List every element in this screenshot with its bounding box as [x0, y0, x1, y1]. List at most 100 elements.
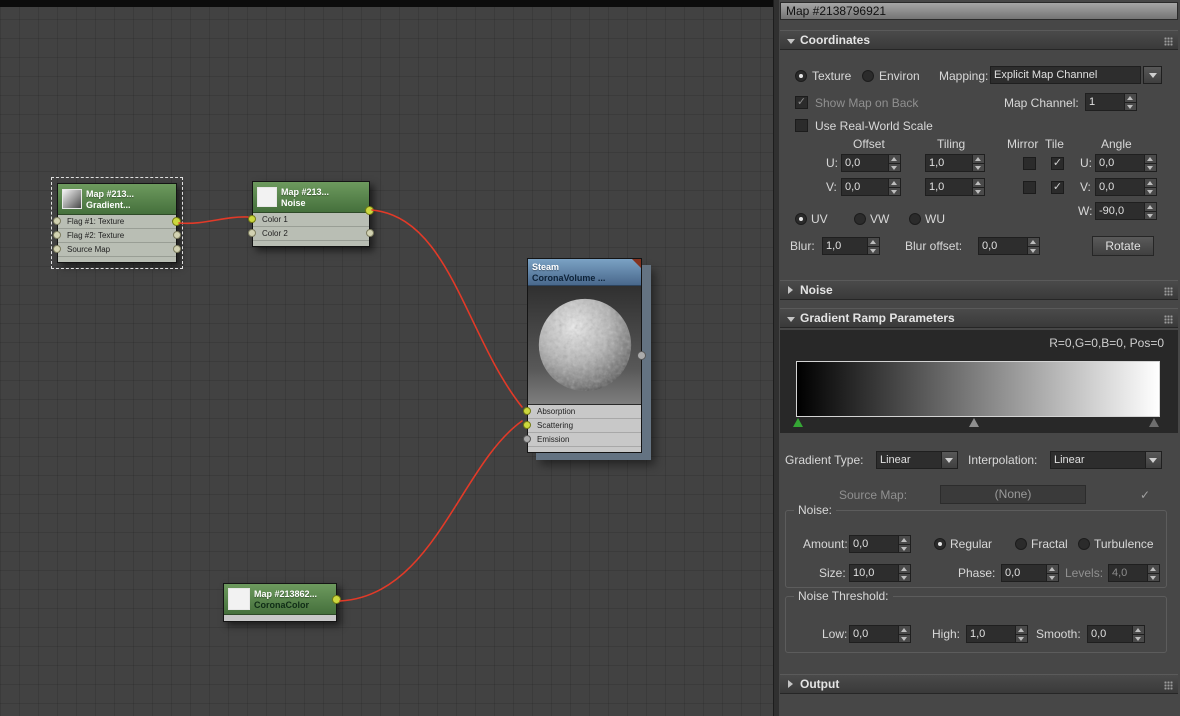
mapping-dropdown-arrow-icon[interactable] — [1143, 66, 1162, 84]
turbulence-radio[interactable] — [1078, 538, 1090, 550]
spinner-up-icon[interactable] — [1145, 203, 1156, 211]
rollout-gradient-ramp[interactable]: Gradient Ramp Parameters — [780, 308, 1178, 328]
fractal-radio[interactable] — [1015, 538, 1027, 550]
output-socket[interactable] — [173, 231, 181, 239]
dropdown-arrow-icon[interactable] — [941, 452, 957, 468]
texture-radio-label[interactable]: Texture — [812, 69, 851, 83]
output-socket[interactable] — [365, 206, 374, 215]
v-angle-spinner[interactable]: 0,0 — [1095, 178, 1157, 196]
spinner-down-icon[interactable] — [1028, 245, 1039, 254]
uv-radio[interactable] — [795, 213, 807, 225]
input-socket[interactable] — [53, 231, 61, 239]
output-socket[interactable] — [332, 595, 341, 604]
spinner-down-icon[interactable] — [973, 162, 984, 171]
vw-radio-label[interactable]: VW — [870, 212, 889, 226]
output-socket[interactable] — [173, 245, 181, 253]
node-volume-header[interactable]: Steam CoronaVolume ... — [528, 259, 641, 286]
dropdown-arrow-icon[interactable] — [1145, 452, 1161, 468]
spinner-up-icon[interactable] — [899, 626, 910, 634]
output-socket[interactable] — [637, 351, 646, 360]
slot-flag1[interactable]: Flag #1: Texture — [53, 215, 176, 229]
v-mirror-checkbox[interactable] — [1023, 181, 1036, 194]
spinner-up-icon[interactable] — [1133, 626, 1144, 634]
map-channel-spinner[interactable]: 1 — [1085, 93, 1137, 111]
texture-radio[interactable] — [795, 70, 807, 82]
spinner-down-icon[interactable] — [1047, 572, 1058, 581]
mapping-dropdown[interactable]: Explicit Map Channel — [990, 66, 1141, 84]
regular-radio[interactable] — [934, 538, 946, 550]
spinner-up-icon[interactable] — [899, 565, 910, 573]
node-graph-canvas[interactable]: Map #213... Gradient... Flag #1: Texture… — [0, 0, 773, 716]
u-mirror-checkbox[interactable] — [1023, 157, 1036, 170]
spinner-down-icon[interactable] — [1133, 633, 1144, 642]
slot-emission[interactable]: Emission — [523, 433, 641, 447]
rollout-coordinates[interactable]: Coordinates — [780, 30, 1178, 50]
input-socket[interactable] — [248, 229, 256, 237]
show-map-on-back-checkbox[interactable] — [795, 96, 808, 109]
spinner-down-icon[interactable] — [889, 186, 900, 195]
wu-radio-label[interactable]: WU — [925, 212, 945, 226]
instance-check-icon[interactable]: ✓ — [1140, 489, 1150, 501]
spinner-up-icon[interactable] — [1148, 565, 1159, 573]
fractal-radio-label[interactable]: Fractal — [1031, 537, 1068, 551]
blur-offset-spinner[interactable]: 0,0 — [978, 237, 1040, 255]
node-corona-color[interactable]: Map #213862... CoronaColor — [223, 583, 341, 622]
spinner-up-icon[interactable] — [899, 536, 910, 544]
spinner-down-icon[interactable] — [1145, 162, 1156, 171]
levels-spinner[interactable]: 4,0 — [1108, 564, 1160, 582]
input-socket[interactable] — [523, 421, 531, 429]
high-spinner[interactable]: 1,0 — [966, 625, 1028, 643]
input-socket[interactable] — [523, 407, 531, 415]
input-socket[interactable] — [53, 245, 61, 253]
slot-flag2[interactable]: Flag #2: Texture — [53, 229, 181, 243]
show-map-on-back-label[interactable]: Show Map on Back — [815, 96, 918, 110]
spinner-down-icon[interactable] — [973, 186, 984, 195]
spinner-down-icon[interactable] — [899, 543, 910, 552]
vw-radio[interactable] — [854, 213, 866, 225]
node-gradient[interactable]: Map #213... Gradient... Flag #1: Texture… — [51, 177, 183, 269]
uv-radio-label[interactable]: UV — [811, 212, 828, 226]
u-tile-checkbox[interactable] — [1051, 157, 1064, 170]
spinner-down-icon[interactable] — [889, 162, 900, 171]
spinner-down-icon[interactable] — [1016, 633, 1027, 642]
low-spinner[interactable]: 0,0 — [849, 625, 911, 643]
phase-spinner[interactable]: 0,0 — [1001, 564, 1059, 582]
interpolation-dropdown[interactable]: Linear — [1050, 451, 1162, 469]
size-spinner[interactable]: 10,0 — [849, 564, 911, 582]
w-angle-spinner[interactable]: -90,0 — [1095, 202, 1157, 220]
rollout-noise[interactable]: Noise — [780, 280, 1178, 300]
slot-scattering[interactable]: Scattering — [523, 419, 641, 433]
slot-source-map[interactable]: Source Map — [53, 243, 181, 257]
spinner-down-icon[interactable] — [1148, 572, 1159, 581]
environ-radio-label[interactable]: Environ — [879, 69, 920, 83]
slot-absorption[interactable]: Absorption — [523, 405, 641, 419]
spinner-up-icon[interactable] — [1016, 626, 1027, 634]
spinner-up-icon[interactable] — [1047, 565, 1058, 573]
node-gradient-header[interactable]: Map #213... Gradient... — [58, 184, 181, 226]
wu-radio[interactable] — [909, 213, 921, 225]
slot-color1[interactable]: Color 1 — [248, 213, 369, 227]
spinner-up-icon[interactable] — [889, 155, 900, 163]
spinner-up-icon[interactable] — [1145, 179, 1156, 187]
node-noise[interactable]: Map #213... Noise Color 1 Color 2 — [248, 181, 374, 247]
input-socket[interactable] — [523, 435, 531, 443]
spinner-down-icon[interactable] — [868, 245, 879, 254]
spinner-down-icon[interactable] — [1145, 210, 1156, 219]
spinner-down-icon[interactable] — [899, 633, 910, 642]
gradient-type-dropdown[interactable]: Linear — [876, 451, 958, 469]
smooth-spinner[interactable]: 0,0 — [1087, 625, 1145, 643]
slot-color2[interactable]: Color 2 — [248, 227, 374, 241]
node-corona-volume[interactable]: Steam CoronaVolume ... Absorption Scatte… — [523, 258, 646, 453]
gradient-flag-icon[interactable] — [969, 418, 979, 427]
node-noise-header[interactable]: Map #213... Noise — [253, 182, 374, 215]
rotate-button[interactable]: Rotate — [1092, 236, 1154, 256]
gradient-ramp-bar[interactable] — [796, 361, 1160, 417]
use-real-world-scale-checkbox[interactable] — [795, 119, 808, 132]
amount-spinner[interactable]: 0,0 — [849, 535, 911, 553]
output-socket[interactable] — [172, 217, 181, 226]
v-tiling-spinner[interactable]: 1,0 — [925, 178, 985, 196]
use-real-world-scale-label[interactable]: Use Real-World Scale — [815, 119, 933, 133]
output-socket[interactable] — [366, 229, 374, 237]
spinner-up-icon[interactable] — [889, 179, 900, 187]
spinner-up-icon[interactable] — [1028, 238, 1039, 246]
